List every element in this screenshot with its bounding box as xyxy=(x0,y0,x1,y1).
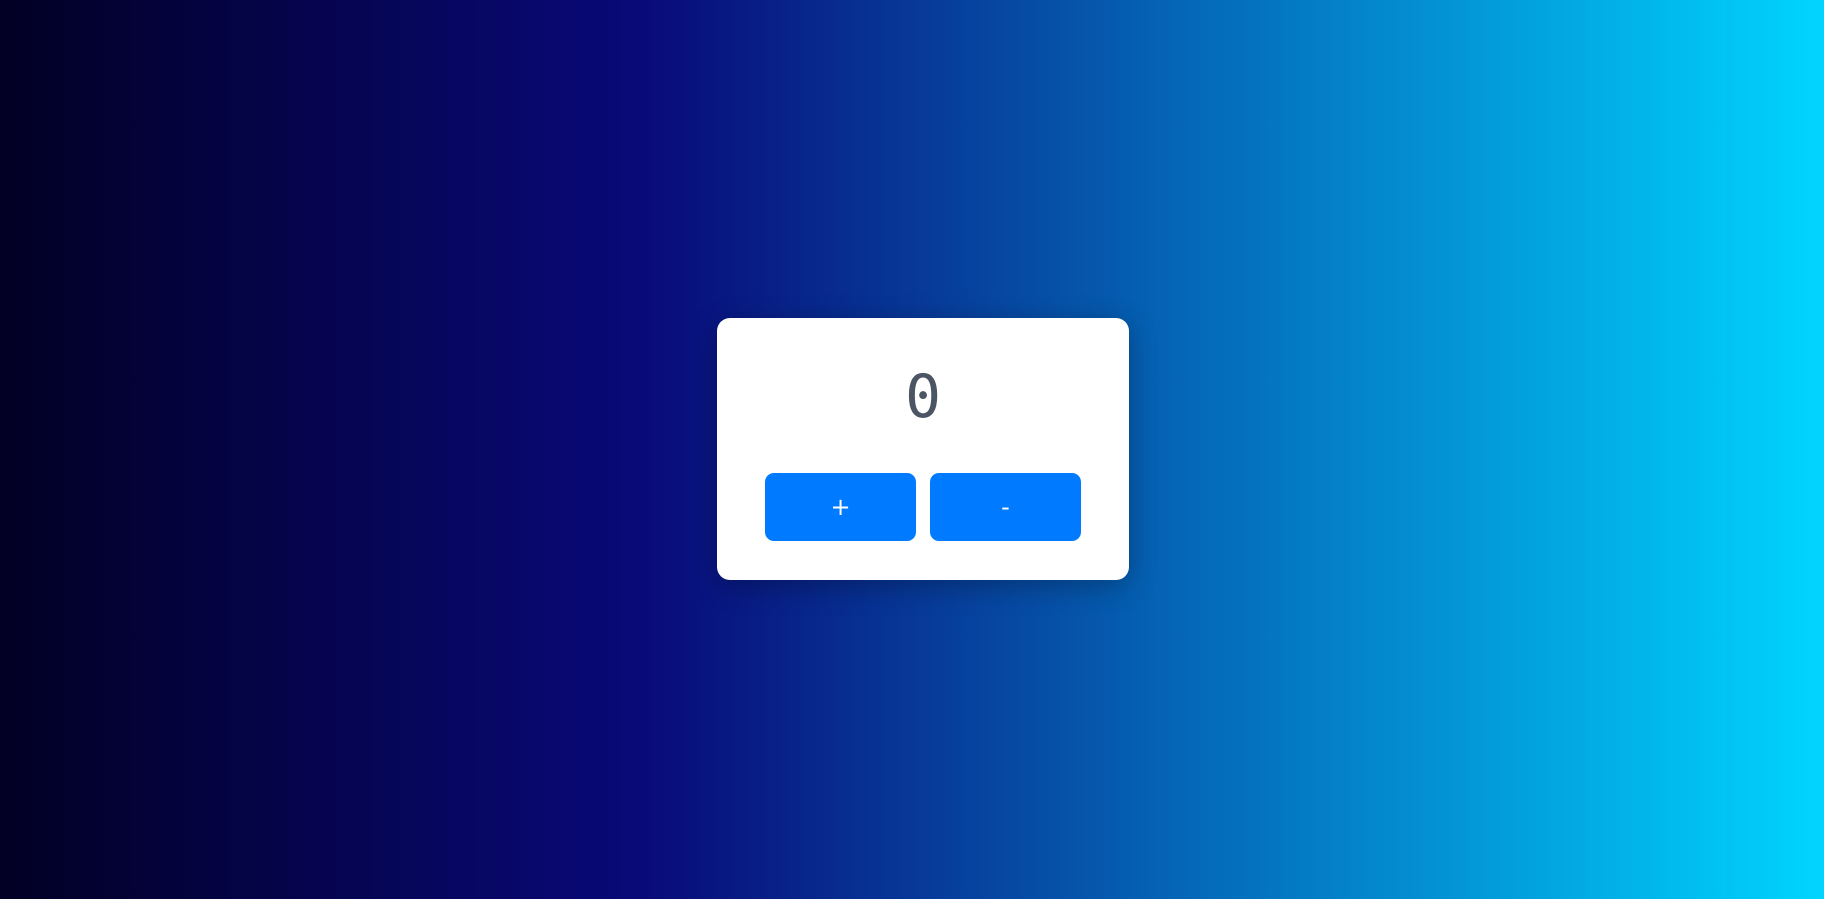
counter-value: 0 xyxy=(904,362,942,432)
counter-card: 0 + - xyxy=(717,318,1129,580)
decrement-button[interactable]: - xyxy=(930,473,1081,541)
increment-button[interactable]: + xyxy=(765,473,916,541)
counter-button-row: + - xyxy=(765,473,1081,541)
